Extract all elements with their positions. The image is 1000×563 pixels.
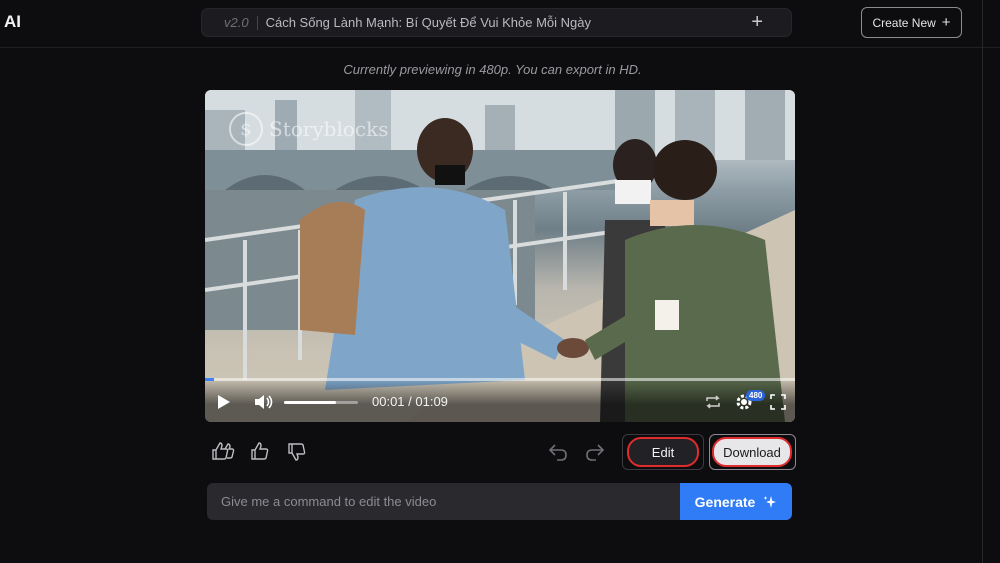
redo-icon[interactable]: [585, 442, 605, 462]
top-bar: AI v2.0 Cách Sống Lành Mạnh: Bí Quyết Để…: [0, 0, 1000, 48]
version-label: v2.0: [224, 15, 249, 30]
watermark: $ Storyblocks: [229, 112, 388, 146]
loop-icon[interactable]: [704, 394, 722, 410]
storyblocks-logo-icon: $: [229, 112, 263, 146]
project-title: Cách Sống Lành Mạnh: Bí Quyết Để Vui Khỏ…: [265, 15, 592, 30]
right-divider: [982, 0, 983, 563]
sparkle-icon: [763, 495, 777, 508]
thumbs-down-icon[interactable]: [287, 442, 307, 462]
plus-icon: +: [941, 14, 951, 31]
create-new-label: Create New: [872, 15, 936, 30]
quality-badge: 480: [746, 390, 766, 401]
play-icon[interactable]: [217, 394, 231, 410]
seek-bar-fill: [205, 378, 214, 381]
seek-bar[interactable]: [205, 378, 795, 381]
volume-slider[interactable]: [284, 401, 358, 404]
preview-note: Currently previewing in 480p. You can ex…: [343, 62, 642, 77]
add-icon[interactable]: +: [751, 12, 763, 32]
command-input[interactable]: [207, 483, 680, 520]
edit-button[interactable]: Edit: [627, 437, 699, 467]
time-display: 00:01 / 01:09: [372, 394, 448, 409]
app-logo: AI: [4, 12, 21, 31]
generate-button[interactable]: Generate: [680, 483, 792, 520]
create-new-button[interactable]: Create New +: [861, 7, 962, 38]
video-controls: 00:01 / 01:09 480: [205, 378, 795, 422]
thumbs-up-icon[interactable]: [250, 441, 270, 461]
project-title-bar[interactable]: v2.0 Cách Sống Lành Mạnh: Bí Quyết Để Vu…: [201, 8, 792, 37]
undo-icon[interactable]: [548, 442, 568, 462]
title-divider: [256, 15, 258, 30]
volume-icon[interactable]: [254, 393, 274, 411]
generate-label: Generate: [694, 493, 756, 510]
super-like-icon[interactable]: [211, 441, 235, 461]
video-player[interactable]: $ Storyblocks 00:01 / 01:09 480: [205, 90, 795, 422]
command-bar: Generate: [207, 483, 792, 520]
fullscreen-icon[interactable]: [770, 394, 786, 410]
download-button[interactable]: Download: [712, 437, 792, 467]
volume-slider-fill: [284, 401, 336, 404]
watermark-text: Storyblocks: [269, 117, 389, 141]
